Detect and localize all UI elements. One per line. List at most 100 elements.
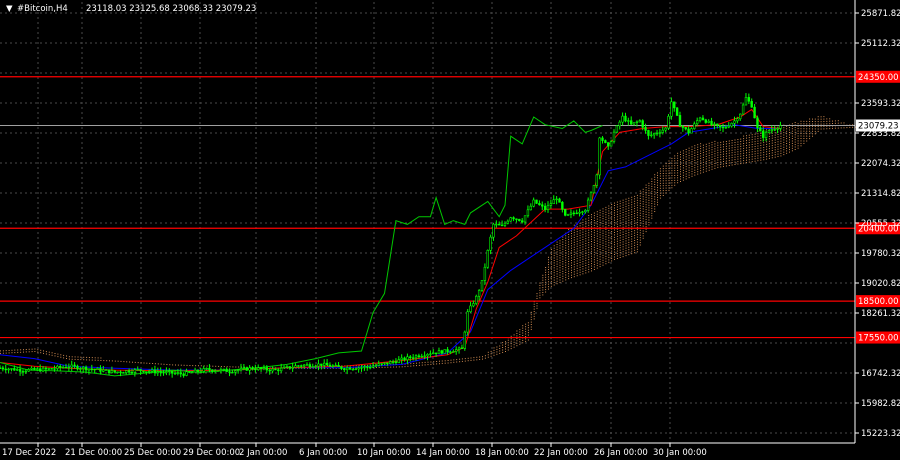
cloud-dot: [740, 148, 742, 150]
cloud-dot: [553, 245, 555, 247]
cloud-dot: [166, 364, 168, 365]
cloud-dot: [711, 159, 713, 160]
cloud-dot: [611, 238, 613, 240]
cloud-dot: [771, 142, 773, 144]
candle-body: [609, 141, 613, 147]
cloud-dot: [614, 209, 615, 211]
cloud-dot: [717, 159, 719, 161]
candle-body: [113, 370, 116, 373]
cloud-dot: [697, 171, 699, 173]
cloud-dot: [654, 201, 656, 203]
cloud-dot: [720, 146, 722, 148]
cloud-dot: [482, 356, 483, 358]
cloud-dot: [605, 248, 607, 250]
cloud-dot: [516, 333, 518, 334]
cloud-dot: [702, 147, 704, 149]
cloud-dot: [582, 239, 584, 240]
cloud-dot: [599, 234, 601, 236]
cloud-dot: [568, 256, 570, 258]
cloud-dot: [688, 174, 690, 176]
cloud-dot: [645, 206, 647, 208]
cloud-dot: [616, 221, 618, 223]
cloud-dot: [780, 140, 782, 142]
cloud-dot: [737, 151, 739, 153]
cloud-dot: [599, 219, 601, 221]
cloud-dot: [596, 213, 598, 215]
cloud-dot: [614, 232, 615, 233]
header-arrow-icon[interactable]: ▼: [6, 4, 13, 14]
candle-body: [652, 133, 656, 136]
cloud-dot: [665, 192, 667, 194]
cloud-dot: [728, 145, 730, 147]
cloud-dot: [473, 359, 475, 361]
cloud-dot: [723, 153, 724, 155]
cloud-dot: [576, 258, 578, 260]
cloud-dot: [702, 161, 704, 163]
cloud-dot: [685, 178, 687, 180]
cloud-dot: [487, 351, 489, 353]
cloud-dot: [748, 146, 750, 148]
cloud-dot: [628, 234, 630, 236]
cloud-dot: [688, 169, 690, 171]
cloud-dot: [697, 156, 699, 158]
cloud-dot: [642, 203, 644, 205]
cloud-dot: [645, 204, 647, 206]
cloud-dot: [97, 359, 99, 361]
cloud-dot: [794, 134, 796, 136]
cloud-dot: [565, 269, 567, 271]
cloud-dot: [536, 302, 538, 304]
cloud-dot: [513, 334, 515, 336]
level-label: 18500.00: [858, 297, 899, 307]
cloud-dot: [777, 134, 779, 135]
cloud-dot: [545, 289, 547, 291]
cloud-dot: [605, 211, 607, 213]
cloud-dot: [591, 268, 592, 269]
cloud-dot: [493, 347, 495, 349]
cloud-dot: [608, 249, 610, 251]
candle-body: [10, 368, 13, 370]
cloud-dot: [94, 357, 96, 359]
candle-body: [231, 371, 234, 374]
cloud-dot: [723, 158, 724, 160]
cloud-dot: [519, 334, 521, 335]
cloud-dot: [588, 232, 590, 234]
candle-body: [632, 122, 636, 125]
cloud-dot: [180, 364, 182, 366]
candle-body: [767, 130, 771, 133]
cloud-dot: [553, 257, 555, 259]
cloud-dot: [576, 250, 578, 252]
cloud-dot: [571, 237, 572, 239]
cloud-dot: [77, 359, 79, 360]
cloud-dot: [777, 141, 779, 143]
cloud-dot: [797, 123, 799, 125]
cloud-dot: [708, 150, 710, 152]
cloud-dot: [691, 158, 693, 160]
cloud-dot: [542, 274, 544, 276]
cloud-dot: [536, 298, 538, 299]
candle-body: [561, 201, 564, 210]
cloud-dot: [812, 135, 813, 137]
cloud-dot: [794, 149, 796, 150]
cloud-dot: [723, 151, 724, 153]
cloud-dot: [499, 348, 501, 349]
cloud-dot: [774, 139, 776, 141]
cloud-dot: [602, 225, 604, 227]
cloud-dot: [817, 116, 819, 118]
cloud-dot: [700, 165, 702, 167]
cloud-dot: [157, 363, 159, 365]
cloud-dot: [800, 133, 802, 135]
cloud-dot: [812, 125, 813, 127]
cloud-dot: [616, 253, 618, 255]
cloud-dot: [548, 261, 549, 263]
cloud-dot: [662, 165, 664, 167]
cloud-dot: [522, 325, 524, 327]
cloud-dot: [571, 233, 572, 234]
cloud-dot: [599, 209, 601, 211]
cloud-dot: [625, 203, 627, 205]
cloud-dot: [593, 249, 595, 251]
candle-body: [282, 366, 286, 369]
cloud-dot: [628, 224, 630, 226]
chart-canvas[interactable]: 24350.0020400.0018500.0017550.00 25871.8…: [0, 0, 900, 460]
cloud-dot: [691, 170, 693, 172]
candle-body: [704, 119, 708, 123]
